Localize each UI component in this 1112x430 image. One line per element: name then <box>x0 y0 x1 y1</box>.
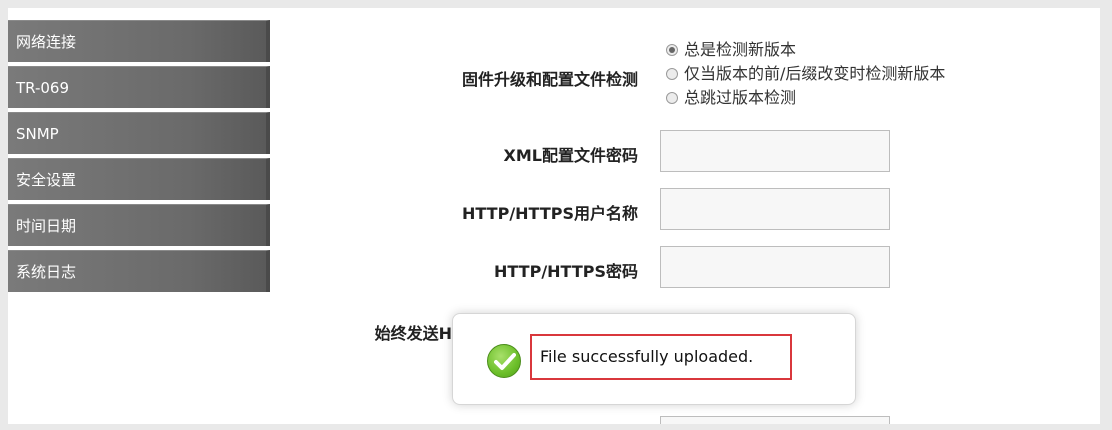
sidebar-item-syslog[interactable]: 系统日志 <box>8 250 270 292</box>
xml-password-field[interactable] <box>660 130 890 172</box>
sidebar-item-label: 时间日期 <box>16 217 77 235</box>
firmware-check-radio-group: 总是检测新版本 仅当版本的前/后缀改变时检测新版本 总跳过版本检测 <box>666 38 945 110</box>
upload-success-toast: File successfully uploaded. <box>452 313 856 405</box>
partial-input-field[interactable] <box>660 416 890 424</box>
firmware-check-label: 固件升级和配置文件检测 <box>461 70 638 89</box>
sidebar-item-security[interactable]: 安全设置 <box>8 158 270 200</box>
radio-label: 总跳过版本检测 <box>684 88 797 107</box>
http-username-field[interactable] <box>660 188 890 230</box>
firmware-option-skip[interactable]: 总跳过版本检测 <box>666 86 945 110</box>
http-password-field[interactable] <box>660 246 890 288</box>
radio-checked[interactable] <box>666 44 678 56</box>
success-check-icon <box>487 344 521 378</box>
sidebar-item-snmp[interactable]: SNMP <box>8 112 270 154</box>
sidebar-item-datetime[interactable]: 时间日期 <box>8 204 270 246</box>
sidebar-item-label: TR-069 <box>16 79 70 97</box>
sidebar-item-tr069[interactable]: TR-069 <box>8 66 270 108</box>
toast-message: File successfully uploaded. <box>540 347 754 366</box>
page: 网络连接 TR-069 SNMP 安全设置 时间日期 系统日志 固件升级和配置文… <box>0 0 1112 430</box>
radio-label: 仅当版本的前/后缀改变时检测新版本 <box>684 64 946 83</box>
sidebar-item-label: 安全设置 <box>16 171 77 189</box>
xml-password-label: XML配置文件密码 <box>503 146 638 165</box>
sidebar-item-network[interactable]: 网络连接 <box>8 20 270 62</box>
sidebar-item-label: SNMP <box>16 125 59 143</box>
sidebar: 网络连接 TR-069 SNMP 安全设置 时间日期 系统日志 <box>8 20 270 296</box>
http-password-label: HTTP/HTTPS密码 <box>494 262 638 281</box>
radio-label: 总是检测新版本 <box>684 40 797 59</box>
radio-unchecked[interactable] <box>666 68 678 80</box>
firmware-option-suffix-change[interactable]: 仅当版本的前/后缀改变时检测新版本 <box>666 62 945 86</box>
http-username-label: HTTP/HTTPS用户名称 <box>462 204 638 223</box>
sidebar-item-label: 网络连接 <box>16 33 77 51</box>
radio-unchecked[interactable] <box>666 92 678 104</box>
firmware-option-always[interactable]: 总是检测新版本 <box>666 38 945 62</box>
basic-auth-label: 始终发送H <box>374 324 452 343</box>
sidebar-item-label: 系统日志 <box>16 263 77 281</box>
toast-message-highlight: File successfully uploaded. <box>530 334 792 380</box>
